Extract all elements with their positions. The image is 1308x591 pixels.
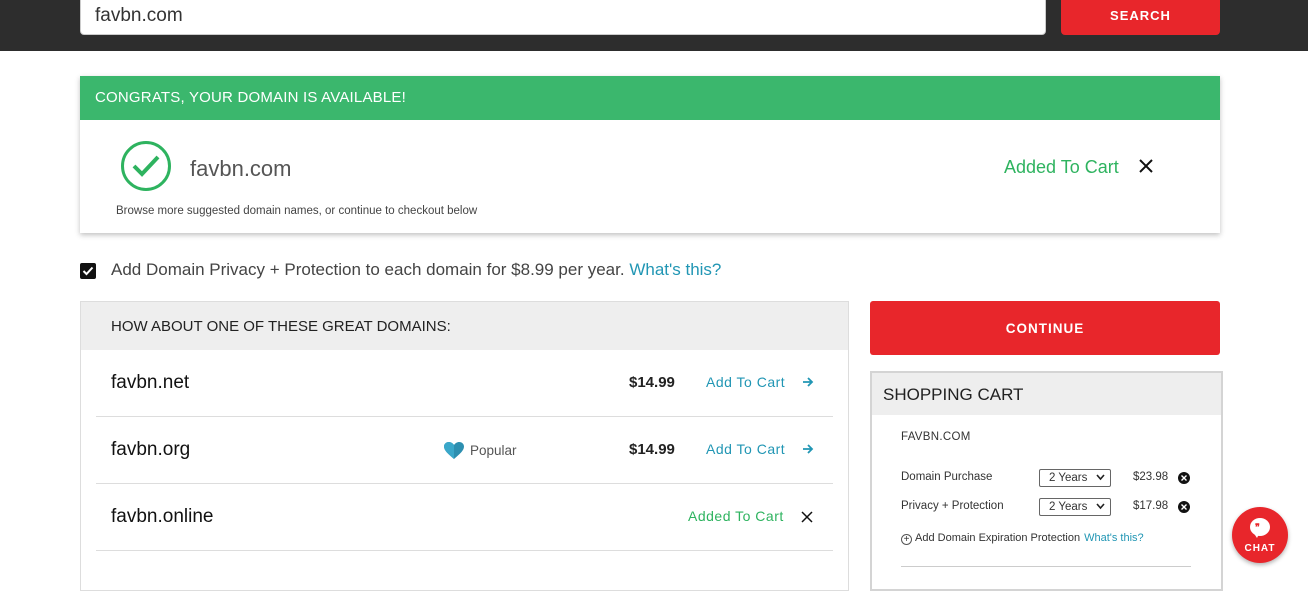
- cart-line-price: $23.98: [1133, 471, 1169, 483]
- remove-line-icon[interactable]: [1178, 472, 1190, 484]
- suggestion-domain-name: favbn.online: [111, 506, 214, 527]
- added-to-cart-status: Added To Cart: [1004, 157, 1119, 177]
- chat-label: CHAT: [1244, 543, 1276, 554]
- available-check-icon: [121, 141, 171, 191]
- term-select[interactable]: 2 Years: [1039, 498, 1111, 516]
- cart-line-price: $17.98: [1133, 500, 1169, 512]
- popular-badge: Popular: [470, 443, 517, 458]
- add-expiration-protection[interactable]: + Add Domain Expiration Protection What's …: [901, 532, 1144, 545]
- term-select[interactable]: 2 Years: [1039, 469, 1111, 487]
- suggestion-row: favbn.org Popular $14.99 Add To Cart: [96, 417, 833, 484]
- chat-button[interactable]: ❞ CHAT: [1232, 507, 1288, 563]
- heart-icon: [444, 442, 464, 459]
- suggested-domains-heading: HOW ABOUT ONE OF THESE GREAT DOMAINS:: [81, 302, 848, 350]
- privacy-checkbox[interactable]: [80, 263, 96, 279]
- availability-banner: CONGRATS, YOUR DOMAIN IS AVAILABLE!: [80, 76, 1220, 120]
- remove-from-cart-icon[interactable]: [1138, 158, 1154, 174]
- add-to-cart-link[interactable]: Add To Cart: [706, 374, 785, 390]
- term-select-value: 2 Years: [1049, 472, 1088, 484]
- plus-circle-icon: +: [901, 534, 912, 545]
- suggested-domains-panel: HOW ABOUT ONE OF THESE GREAT DOMAINS: fa…: [80, 301, 849, 591]
- expiration-protection-label: Add Domain Expiration Protection: [915, 532, 1081, 544]
- continue-button[interactable]: CONTINUE: [870, 301, 1220, 355]
- suggestion-price: $14.99: [629, 374, 675, 391]
- available-domain-name: favbn.com: [190, 156, 292, 181]
- chevron-down-icon: [1096, 474, 1105, 481]
- suggestion-domain-name: favbn.net: [111, 372, 190, 393]
- cart-line-label: Domain Purchase: [901, 471, 993, 483]
- arrow-right-icon[interactable]: [802, 376, 814, 388]
- expiration-whats-this-link[interactable]: What's this?: [1084, 532, 1144, 544]
- shopping-cart-title: SHOPPING CART: [872, 373, 1221, 415]
- chevron-down-icon: [1096, 503, 1105, 510]
- remove-from-cart-icon[interactable]: [801, 511, 813, 523]
- add-to-cart-link[interactable]: Add To Cart: [706, 441, 785, 457]
- top-search-bar: favbn.com SEARCH: [0, 0, 1308, 51]
- suggestion-row: favbn.net $14.99 Add To Cart: [96, 350, 833, 417]
- cart-domain-name: FAVBN.COM: [901, 431, 971, 443]
- suggestion-row: favbn.online Added To Cart: [96, 484, 833, 551]
- added-to-cart-status: Added To Cart: [688, 508, 784, 524]
- term-select-value: 2 Years: [1049, 501, 1088, 513]
- shopping-cart-panel: SHOPPING CART FAVBN.COM Domain Purchase …: [870, 371, 1223, 591]
- privacy-whats-this-link[interactable]: What's this?: [629, 260, 721, 279]
- domain-search-input[interactable]: favbn.com: [80, 0, 1046, 35]
- availability-card: CONGRATS, YOUR DOMAIN IS AVAILABLE! favb…: [80, 76, 1220, 233]
- suggestion-domain-name: favbn.org: [111, 439, 191, 460]
- remove-line-icon[interactable]: [1178, 501, 1190, 513]
- arrow-right-icon[interactable]: [802, 443, 814, 455]
- availability-subtext: Browse more suggested domain names, or c…: [116, 205, 478, 217]
- privacy-label: Add Domain Privacy + Protection to each …: [111, 260, 721, 280]
- privacy-text: Add Domain Privacy + Protection to each …: [111, 260, 625, 279]
- cart-line-label: Privacy + Protection: [901, 500, 1004, 512]
- suggestion-price: $14.99: [629, 441, 675, 458]
- cart-divider: [901, 566, 1191, 567]
- chat-bubble-icon: ❞: [1250, 518, 1270, 538]
- search-button[interactable]: SEARCH: [1061, 0, 1220, 35]
